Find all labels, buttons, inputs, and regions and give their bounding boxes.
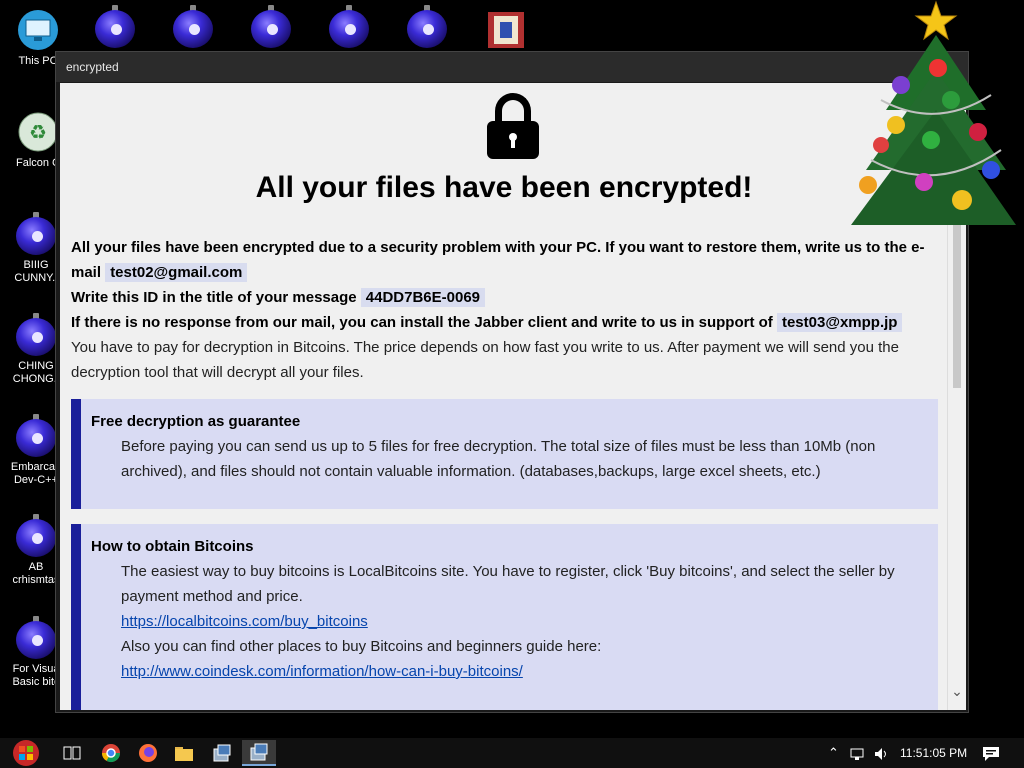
network-icon [850,748,864,760]
message-p2: Write this ID in the title of your messa… [71,285,941,310]
monitor-icon [18,10,58,50]
task-view-icon [63,746,81,760]
volume-button[interactable] [874,738,890,768]
task-view-button[interactable] [58,740,86,766]
window-content: All your files have been encrypted! All … [60,83,966,710]
ornament-icon [16,212,56,256]
ransom-window: encrypted All your files have been encry… [55,51,969,713]
ornament-icon [16,514,56,558]
file-explorer-button[interactable] [170,740,198,766]
app-shortcut-icon[interactable] [486,10,526,50]
ornament-icon[interactable] [173,5,213,49]
action-center-icon [983,746,999,761]
ornament-icon[interactable] [407,5,447,49]
message-p4: You have to pay for decryption in Bitcoi… [71,339,899,381]
christmas-tree-icon [851,0,1016,225]
box1-title: Free decryption as guarantee [91,413,301,430]
clock[interactable]: 11:51:05 PM [900,738,967,768]
ornament-icon [16,616,56,660]
coindesk-link[interactable]: http://www.coindesk.com/information/how-… [121,663,523,680]
id-value[interactable]: 44DD7B6E-0069 [360,288,486,307]
free-decryption-box: Free decryption as guarantee Before payi… [71,399,938,509]
box1-text: Before paying you can send us up to 5 fi… [121,438,876,480]
box2-text1: The easiest way to buy bitcoins is Local… [121,563,895,605]
show-hidden-icons-button[interactable]: ⌃ [828,738,839,768]
box2-title: How to obtain Bitcoins [91,538,254,555]
svg-text:♻: ♻ [29,120,47,144]
taskbar: ⌃ 11:51:05 PM [0,738,1024,768]
app-button[interactable] [208,740,236,766]
box2-text2: Also you can find other places to buy Bi… [121,638,602,655]
ornament-icon[interactable] [251,5,291,49]
start-button[interactable] [8,740,44,766]
folder-icon [175,747,193,761]
jabber-value[interactable]: test03@xmpp.jp [776,313,903,332]
ornament-icon [16,414,56,458]
headline: All your files have been encrypted! [255,171,753,204]
network-button[interactable] [850,738,866,768]
obtain-bitcoins-box: How to obtain Bitcoins The easiest way t… [71,524,938,710]
window-titlebar[interactable]: encrypted [56,52,968,82]
p2-text: Write this ID in the title of your messa… [71,289,357,306]
message-p3: If there is no response from our mail, y… [71,310,946,335]
chrome-button[interactable] [97,740,125,766]
speaker-icon [875,747,886,760]
email-value[interactable]: test02@gmail.com [105,263,248,282]
firefox-button[interactable] [134,740,162,766]
recycle-icon: ♻ [18,112,58,152]
app-window-icon [213,744,231,762]
localbitcoins-link[interactable]: https://localbitcoins.com/buy_bitcoins [121,613,368,630]
padlock-icon [487,93,539,159]
firefox-icon [139,744,157,762]
message-p1: All your files have been encrypted due t… [71,235,941,285]
p3-text: If there is no response from our mail, y… [71,314,773,331]
app-active-button[interactable] [242,740,276,766]
notifications-button[interactable] [982,738,1000,768]
ornament-icon [16,313,56,357]
scroll-down-arrow-icon[interactable]: ⌄ [950,684,964,698]
app-window-icon [250,743,268,761]
chevron-up-icon: ⌃ [828,745,839,760]
ornament-icon[interactable] [95,5,135,49]
chrome-icon [102,744,120,763]
ornament-icon[interactable] [329,5,369,49]
windows-start-icon [13,740,39,766]
window-title: encrypted [66,60,119,74]
